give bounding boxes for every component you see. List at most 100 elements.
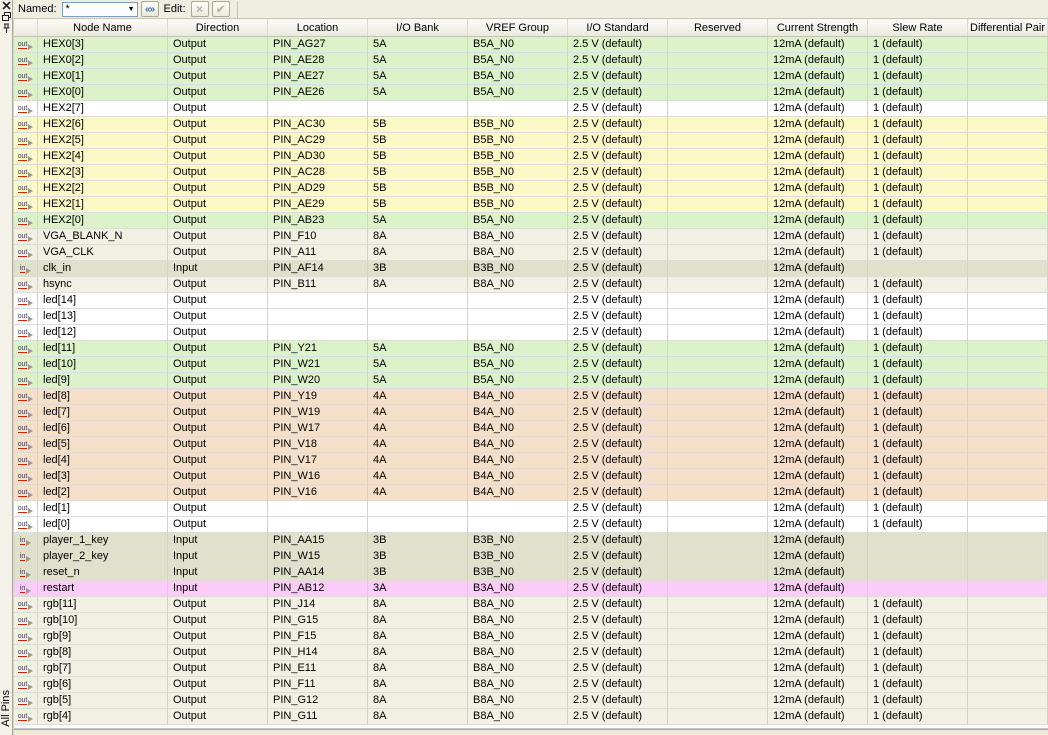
cell-io-bank[interactable]: 5B xyxy=(368,181,468,197)
cell-io-standard[interactable]: 2.5 V (default) xyxy=(568,117,668,133)
cell-location[interactable] xyxy=(268,309,368,325)
table-row[interactable]: out HEX2[1] Output PIN_AE29 5B B5B_N0 2.… xyxy=(14,197,1048,213)
cell-vref-group[interactable]: B5B_N0 xyxy=(468,133,568,149)
cell-location[interactable]: PIN_G12 xyxy=(268,693,368,709)
cell-direction[interactable]: Output xyxy=(168,645,268,661)
cell-direction[interactable]: Output xyxy=(168,597,268,613)
header-differential-pair[interactable]: Differential Pair xyxy=(968,19,1048,36)
cell-io-bank[interactable]: 3B xyxy=(368,549,468,565)
table-row[interactable]: out rgb[9] Output PIN_F15 8A B8A_N0 2.5 … xyxy=(14,629,1048,645)
cell-differential-pair[interactable] xyxy=(968,453,1048,469)
table-row[interactable]: out HEX2[4] Output PIN_AD30 5B B5B_N0 2.… xyxy=(14,149,1048,165)
cell-slew-rate[interactable]: 1 (default) xyxy=(868,501,968,517)
cell-io-standard[interactable]: 2.5 V (default) xyxy=(568,485,668,501)
cell-location[interactable]: PIN_F11 xyxy=(268,677,368,693)
cell-vref-group[interactable]: B8A_N0 xyxy=(468,597,568,613)
cell-io-standard[interactable]: 2.5 V (default) xyxy=(568,181,668,197)
table-row[interactable]: out HEX2[2] Output PIN_AD29 5B B5B_N0 2.… xyxy=(14,181,1048,197)
cell-current-strength[interactable]: 12mA (default) xyxy=(768,373,868,389)
cell-direction[interactable]: Output xyxy=(168,181,268,197)
cell-current-strength[interactable]: 12mA (default) xyxy=(768,149,868,165)
cell-direction[interactable]: Output xyxy=(168,277,268,293)
cell-location[interactable]: PIN_AC28 xyxy=(268,165,368,181)
cell-node-name[interactable]: led[12] xyxy=(38,325,168,341)
cell-vref-group[interactable]: B8A_N0 xyxy=(468,693,568,709)
cell-io-bank[interactable]: 4A xyxy=(368,469,468,485)
cell-differential-pair[interactable] xyxy=(968,213,1048,229)
cell-node-name[interactable]: led[11] xyxy=(38,341,168,357)
cell-direction[interactable]: Output xyxy=(168,469,268,485)
cell-node-name[interactable]: HEX0[3] xyxy=(38,37,168,53)
cell-io-bank[interactable] xyxy=(368,309,468,325)
cell-slew-rate[interactable]: 1 (default) xyxy=(868,453,968,469)
cell-node-name[interactable]: rgb[7] xyxy=(38,661,168,677)
cell-slew-rate[interactable]: 1 (default) xyxy=(868,469,968,485)
table-row[interactable]: out led[4] Output PIN_V17 4A B4A_N0 2.5 … xyxy=(14,453,1048,469)
cell-vref-group[interactable]: B8A_N0 xyxy=(468,613,568,629)
cell-vref-group[interactable]: B8A_N0 xyxy=(468,245,568,261)
cell-io-bank[interactable]: 5A xyxy=(368,357,468,373)
cell-reserved[interactable] xyxy=(668,485,768,501)
cell-io-bank[interactable]: 4A xyxy=(368,437,468,453)
cell-io-standard[interactable]: 2.5 V (default) xyxy=(568,645,668,661)
table-row[interactable]: out HEX2[7] Output 2.5 V (default) 12mA … xyxy=(14,101,1048,117)
cell-io-bank[interactable]: 5A xyxy=(368,37,468,53)
cell-io-bank[interactable]: 5B xyxy=(368,133,468,149)
cell-vref-group[interactable]: B5A_N0 xyxy=(468,373,568,389)
cell-location[interactable]: PIN_G15 xyxy=(268,613,368,629)
cell-direction[interactable]: Output xyxy=(168,245,268,261)
cell-io-standard[interactable]: 2.5 V (default) xyxy=(568,517,668,533)
cell-node-name[interactable]: HEX0[1] xyxy=(38,69,168,85)
cell-io-standard[interactable]: 2.5 V (default) xyxy=(568,693,668,709)
cell-differential-pair[interactable] xyxy=(968,325,1048,341)
cell-current-strength[interactable]: 12mA (default) xyxy=(768,709,868,725)
cell-slew-rate[interactable]: 1 (default) xyxy=(868,181,968,197)
cell-vref-group[interactable]: B8A_N0 xyxy=(468,629,568,645)
header-io-bank[interactable]: I/O Bank xyxy=(368,19,468,36)
table-row[interactable]: out led[13] Output 2.5 V (default) 12mA … xyxy=(14,309,1048,325)
cell-location[interactable]: PIN_B11 xyxy=(268,277,368,293)
cell-current-strength[interactable]: 12mA (default) xyxy=(768,117,868,133)
cell-reserved[interactable] xyxy=(668,549,768,565)
cell-reserved[interactable] xyxy=(668,197,768,213)
cell-io-bank[interactable]: 8A xyxy=(368,245,468,261)
cell-direction[interactable]: Output xyxy=(168,661,268,677)
cell-location[interactable]: PIN_AD30 xyxy=(268,149,368,165)
cell-differential-pair[interactable] xyxy=(968,165,1048,181)
cell-io-standard[interactable]: 2.5 V (default) xyxy=(568,421,668,437)
cell-node-name[interactable]: clk_in xyxy=(38,261,168,277)
cell-slew-rate[interactable]: 1 (default) xyxy=(868,677,968,693)
header-location[interactable]: Location xyxy=(268,19,368,36)
table-row[interactable]: in player_1_key Input PIN_AA15 3B B3B_N0… xyxy=(14,533,1048,549)
table-row[interactable]: out HEX2[0] Output PIN_AB23 5A B5A_N0 2.… xyxy=(14,213,1048,229)
cell-reserved[interactable] xyxy=(668,581,768,597)
float-window-icon[interactable] xyxy=(1,12,11,21)
cell-node-name[interactable]: led[6] xyxy=(38,421,168,437)
table-row[interactable]: out HEX2[3] Output PIN_AC28 5B B5B_N0 2.… xyxy=(14,165,1048,181)
cell-io-bank[interactable]: 3A xyxy=(368,581,468,597)
cell-io-bank[interactable]: 5A xyxy=(368,213,468,229)
cell-node-name[interactable]: HEX0[0] xyxy=(38,85,168,101)
cell-direction[interactable]: Output xyxy=(168,693,268,709)
cell-current-strength[interactable]: 12mA (default) xyxy=(768,581,868,597)
cell-slew-rate[interactable] xyxy=(868,533,968,549)
cell-vref-group[interactable] xyxy=(468,101,568,117)
cell-current-strength[interactable]: 12mA (default) xyxy=(768,565,868,581)
table-row[interactable]: out rgb[8] Output PIN_H14 8A B8A_N0 2.5 … xyxy=(14,645,1048,661)
cell-io-standard[interactable]: 2.5 V (default) xyxy=(568,357,668,373)
cell-node-name[interactable]: rgb[9] xyxy=(38,629,168,645)
cell-io-bank[interactable] xyxy=(368,101,468,117)
cell-reserved[interactable] xyxy=(668,437,768,453)
cell-direction[interactable]: Output xyxy=(168,293,268,309)
cell-io-standard[interactable]: 2.5 V (default) xyxy=(568,53,668,69)
cell-node-name[interactable]: HEX2[3] xyxy=(38,165,168,181)
cell-io-standard[interactable]: 2.5 V (default) xyxy=(568,677,668,693)
cell-current-strength[interactable]: 12mA (default) xyxy=(768,293,868,309)
cell-io-standard[interactable]: 2.5 V (default) xyxy=(568,293,668,309)
cell-node-name[interactable]: rgb[4] xyxy=(38,709,168,725)
cell-vref-group[interactable] xyxy=(468,501,568,517)
cell-io-standard[interactable]: 2.5 V (default) xyxy=(568,261,668,277)
cell-location[interactable]: PIN_Y21 xyxy=(268,341,368,357)
cell-slew-rate[interactable]: 1 (default) xyxy=(868,405,968,421)
cell-reserved[interactable] xyxy=(668,293,768,309)
